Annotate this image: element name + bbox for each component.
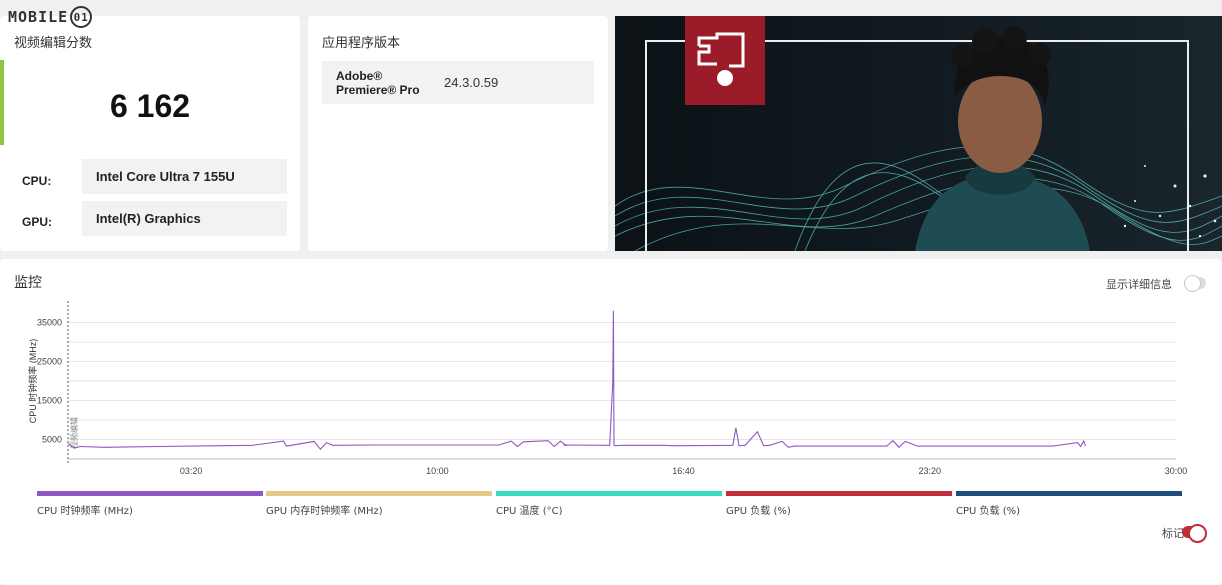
legend-item[interactable]: GPU 内存时钟频率 (MHz) <box>266 491 492 517</box>
series-line <box>67 310 1087 451</box>
legend-label: CPU 时钟频率 (MHz) <box>37 506 133 517</box>
legend-label: GPU 内存时钟频率 (MHz) <box>266 506 383 517</box>
y-tick-label: 25000 <box>37 357 62 367</box>
logo-badge: 01 <box>70 6 93 28</box>
version-row: Adobe® Premiere® Pro 24.3.0.59 <box>322 61 594 104</box>
gpu-value: Intel(R) Graphics <box>82 201 287 236</box>
y-tick-label: 5000 <box>42 435 62 445</box>
legend-color-bar <box>726 491 952 496</box>
y-axis-label: CPU 时钟频率 (MHz) <box>27 339 38 424</box>
score-value: 6 162 <box>109 88 191 124</box>
cpu-label: CPU: <box>22 174 52 188</box>
x-tick-label: 03:20 <box>180 466 203 476</box>
x-tick-label: 23:20 <box>919 466 942 476</box>
legend-color-bar <box>37 491 263 496</box>
legend-label: CPU 负载 (%) <box>956 506 1020 517</box>
version-title: 应用程序版本 <box>322 36 401 51</box>
hero-image <box>615 16 1222 251</box>
legend-color-bar <box>496 491 722 496</box>
legend-item[interactable]: CPU 负载 (%) <box>956 491 1182 517</box>
legend-item[interactable]: CPU 温度 (°C) <box>496 491 722 517</box>
logo-text: MOBILE <box>8 8 69 26</box>
marker-toggle[interactable] <box>1182 524 1207 543</box>
monitor-chart: 5000 15000 25000 35000 03:20 10:00 16:40 23:20 3… <box>27 301 1188 476</box>
score-title: 视频编辑分数 <box>14 36 93 51</box>
version-card: 应用程序版本 Adobe® Premiere® Pro 24.3.0.59 <box>308 16 608 251</box>
video-editing-icon <box>685 16 765 105</box>
x-tick-label: 30:00 <box>1165 466 1188 476</box>
monitoring-panel: 监控 显示详细信息 5000 15000 25000 35000 03:20 10:00 1… <box>0 259 1222 585</box>
mobile01-logo[interactable]: MOBILE 01 <box>8 6 93 28</box>
gpu-label: GPU: <box>22 215 52 229</box>
marker-toggle-label: 标记 <box>1162 527 1184 540</box>
app-version: 24.3.0.59 <box>444 75 499 90</box>
legend-item[interactable]: CPU 时钟频率 (MHz) <box>37 491 263 517</box>
cpu-value: Intel Core Ultra 7 155U <box>82 159 287 194</box>
marker-label: 视频编辑 <box>69 417 79 449</box>
legend-color-bar <box>266 491 492 496</box>
legend-color-bar <box>956 491 1182 496</box>
legend-label: CPU 温度 (°C) <box>496 506 563 517</box>
app-name: Adobe® Premiere® Pro <box>336 68 420 97</box>
x-tick-label: 16:40 <box>672 466 695 476</box>
legend-item[interactable]: GPU 负载 (%) <box>726 491 952 517</box>
y-tick-label: 15000 <box>37 396 62 406</box>
legend-label: GPU 负载 (%) <box>726 506 791 517</box>
score-card: 视频编辑分数 6 162 CPU: Intel Core Ultra 7 155… <box>0 16 300 251</box>
x-tick-label: 10:00 <box>426 466 449 476</box>
person-illustration <box>915 26 1090 251</box>
y-tick-label: 35000 <box>37 318 62 328</box>
